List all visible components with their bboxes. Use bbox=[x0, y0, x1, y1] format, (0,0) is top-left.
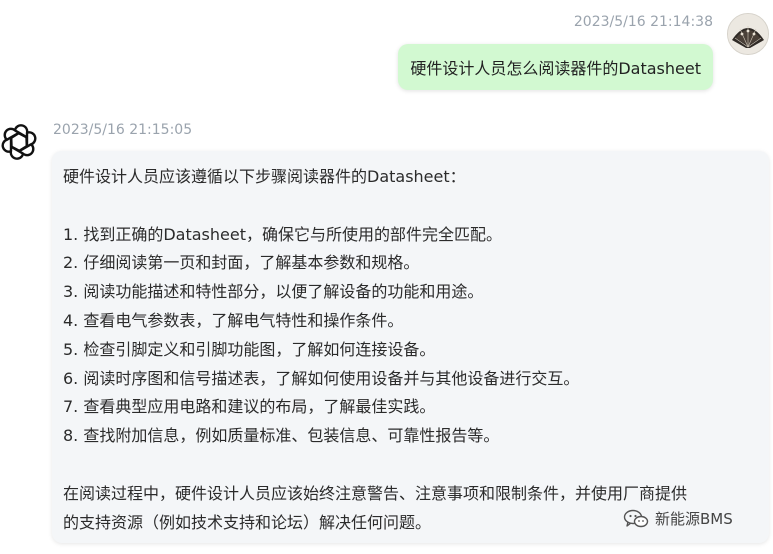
step-item: 7. 查看典型应用电路和建议的布局，了解最佳实践。 bbox=[63, 397, 436, 417]
user-message-timestamp: 2023/5/16 21:14:38 bbox=[573, 14, 713, 30]
bot-message-bubble: 硬件设计人员应该遵循以下步骤阅读器件的Datasheet： 1. 找到正确的Da… bbox=[52, 151, 769, 543]
chatgpt-logo-icon bbox=[1, 124, 37, 160]
watermark-text: 新能源BMS bbox=[655, 510, 733, 528]
bot-message-intro: 硬件设计人员应该遵循以下步骤阅读器件的Datasheet： bbox=[63, 167, 466, 186]
user-message-text: 硬件设计人员怎么阅读器件的Datasheet bbox=[410, 59, 701, 78]
bot-message-timestamp: 2023/5/16 21:15:05 bbox=[53, 122, 193, 138]
step-item: 2. 仔细阅读第一页和封面，了解基本参数和规格。 bbox=[63, 253, 420, 273]
step-item: 8. 查找附加信息，例如质量标准、包装信息、可靠性报告等。 bbox=[63, 426, 500, 446]
watermark: 新能源BMS bbox=[623, 508, 733, 529]
user-avatar-image bbox=[728, 14, 768, 54]
user-message-bubble: 硬件设计人员怎么阅读器件的Datasheet bbox=[398, 44, 713, 90]
step-item: 3. 阅读功能描述和特性部分，以便了解设备的功能和用途。 bbox=[63, 282, 484, 302]
step-item: 6. 阅读时序图和信号描述表，了解如何使用设备并与其他设备进行交互。 bbox=[63, 368, 580, 388]
step-item: 4. 查看电气参数表，了解电气特性和操作条件。 bbox=[63, 310, 404, 330]
bot-message-conclusion-line: 在阅读过程中，硬件设计人员应该始终注意警告、注意事项和限制条件，并使用厂商提供 bbox=[63, 483, 688, 503]
step-item: 1. 找到正确的Datasheet，确保它与所使用的部件完全匹配。 bbox=[63, 224, 502, 244]
wechat-icon bbox=[623, 509, 649, 527]
step-item: 5. 检查引脚定义和引脚功能图，了解如何连接设备。 bbox=[63, 339, 436, 359]
user-avatar[interactable] bbox=[727, 13, 769, 55]
